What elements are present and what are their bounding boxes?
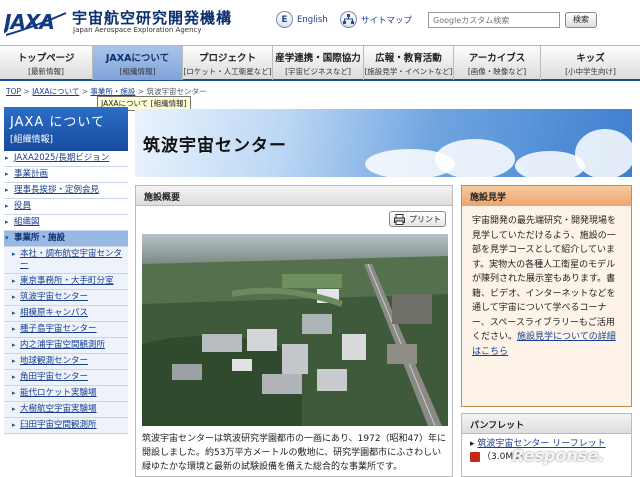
sidebar-item-facilities[interactable]: 事業所・施設 — [4, 231, 128, 247]
nav-tab-sub: [画像・映像など] — [467, 66, 527, 76]
sidebar: JAXA について [組織情報] JAXA2025/長期ビジョン 事業計画 理事… — [4, 107, 128, 477]
sitemap-link[interactable]: サイトマップ — [340, 11, 412, 28]
english-icon: E — [276, 11, 293, 28]
sidebar-header[interactable]: JAXA について [組織情報] — [4, 107, 128, 151]
global-nav: トップページ [最新情報] JAXAについて [組織情報] プロジェクト [ロケ… — [0, 45, 640, 81]
sidebar-subtitle: [組織情報] — [10, 135, 54, 145]
sidebar-subitem[interactable]: 相模原キャンパス — [4, 306, 128, 322]
sidebar-subitem[interactable]: 地球観測センター — [4, 354, 128, 370]
sidebar-item[interactable]: JAXA2025/長期ビジョン — [4, 151, 128, 167]
visit-panel: 施設見学 宇宙開発の最先端研究・開発現場を見学していただけるよう、施設の一部を見… — [461, 185, 632, 407]
cloud-shape — [435, 139, 515, 177]
jaxa-logo[interactable]: JAXA — [4, 5, 68, 39]
nav-tab-title: JAXAについて — [105, 52, 170, 64]
nav-tab-sub: [最新情報] — [28, 66, 64, 76]
english-link[interactable]: E English — [276, 11, 328, 28]
facility-description: 筑波宇宙センターは筑波研究学園都市の一画にあり、1972（昭和47）年に開設しま… — [142, 434, 446, 472]
watermark: Response. — [512, 446, 605, 465]
sidebar-subitem[interactable]: 能代ロケット実験場 — [4, 386, 128, 402]
nav-tab-projects[interactable]: プロジェクト [ロケット・人工衛星など] — [183, 46, 273, 80]
nav-tab-title: キッズ — [576, 52, 605, 64]
aerial-photo — [142, 234, 448, 426]
overview-heading: 施設概要 — [136, 186, 452, 206]
sidebar-subitem[interactable]: 大樹航空宇宙実験場 — [4, 402, 128, 418]
nav-tab-kids[interactable]: キッズ [小中学生向け] — [541, 46, 640, 80]
sitemap-icon — [340, 11, 357, 28]
sidebar-item[interactable]: 事業計画 — [4, 167, 128, 183]
page-banner: 筑波宇宙センター — [135, 109, 632, 177]
nav-tab-title: トップページ — [17, 52, 75, 64]
breadcrumb-about[interactable]: JAXAについて — [32, 87, 79, 96]
pamphlet-panel: パンフレット ▸ 筑波宇宙センター リーフレット （3.0MB） — [461, 413, 632, 477]
org-name-ja: 宇宙航空研究開発機構 — [72, 9, 233, 27]
pamphlet-heading: パンフレット — [462, 414, 631, 434]
sidebar-subitem[interactable]: 臼田宇宙空間観測所 — [4, 418, 128, 434]
nav-tab-sub: [小中学生向け] — [565, 66, 616, 76]
sidebar-item[interactable]: 理事長挨拶・定例会見 — [4, 183, 128, 199]
breadcrumb-facilities[interactable]: 事業所・施設 — [90, 87, 135, 96]
nav-tab-top[interactable]: トップページ [最新情報] — [0, 46, 93, 80]
sidebar-subitem[interactable]: 角田宇宙センター — [4, 370, 128, 386]
sidebar-subitem[interactable]: 東京事務所・大手町分室 — [4, 274, 128, 290]
nav-tab-sub: [宇宙ビジネスなど] — [285, 66, 351, 76]
pdf-icon — [470, 451, 480, 462]
nav-tab-title: プロジェクト — [198, 52, 256, 64]
nav-tab-about-jaxa[interactable]: JAXAについて [組織情報] — [93, 46, 183, 80]
sidebar-title: JAXA について — [10, 115, 106, 130]
nav-tab-sub: [ロケット・人工衛星など] — [183, 66, 272, 76]
sidebar-item[interactable]: 組織図 — [4, 215, 128, 231]
nav-tab-industry[interactable]: 産学連携・国際協力 [宇宙ビジネスなど] — [273, 46, 364, 80]
search-button[interactable]: 検索 — [565, 12, 597, 28]
nav-tab-sub: [施設見学・イベントなど] — [364, 66, 453, 76]
printer-icon — [394, 213, 405, 225]
sidebar-subitem[interactable]: 筑波宇宙センター — [4, 290, 128, 306]
nav-tab-title: アーカイブス — [468, 52, 526, 64]
sidebar-menu: JAXA2025/長期ビジョン 事業計画 理事長挨拶・定例会見 役員 組織図 事… — [4, 151, 128, 434]
sitemap-label: サイトマップ — [361, 15, 413, 26]
breadcrumb-current: 筑波宇宙センター — [146, 87, 207, 96]
page: JAXA 宇宙航空研究開発機構 Japan Aerospace Explorat… — [0, 0, 640, 477]
search-input[interactable] — [428, 12, 560, 28]
print-label: プリント — [409, 214, 441, 224]
print-button[interactable]: プリント — [389, 211, 446, 227]
nav-tab-archives[interactable]: アーカイブス [画像・映像など] — [454, 46, 541, 80]
english-label: English — [297, 14, 328, 25]
site-header: JAXA 宇宙航空研究開発機構 Japan Aerospace Explorat… — [0, 0, 640, 44]
nav-tab-pr[interactable]: 広報・教育活動 [施設見学・イベントなど] — [364, 46, 454, 80]
nav-tab-sub: [組織情報] — [119, 66, 156, 76]
sidebar-item[interactable]: 役員 — [4, 199, 128, 215]
nav-tab-title: 広報・教育活動 — [375, 52, 442, 64]
page-title: 筑波宇宙センター — [143, 136, 287, 156]
sidebar-subitem[interactable]: 本社・調布航空宇宙センター — [4, 247, 128, 274]
sidebar-subitem[interactable]: 内之浦宇宙空間観測所 — [4, 338, 128, 354]
overview-panel: 施設概要 プリント 筑波宇宙センターは筑波研究学園都市の一画にあり、1972（昭… — [135, 185, 453, 477]
breadcrumb-top[interactable]: TOP — [6, 87, 21, 96]
visit-heading: 施設見学 — [462, 186, 631, 206]
visit-text: 宇宙開発の最先端研究・開発現場を見学していただけるよう、施設の一部を見学コースと… — [472, 216, 617, 342]
cloud-shape — [575, 129, 632, 177]
nav-tab-title: 産学連携・国際協力 — [275, 52, 361, 64]
sidebar-subitem[interactable]: 種子島宇宙センター — [4, 322, 128, 338]
visit-body: 宇宙開発の最先端研究・開発現場を見学していただけるよう、施設の一部を見学コースと… — [462, 206, 631, 367]
org-name-en: Japan Aerospace Exploration Agency — [73, 26, 202, 34]
